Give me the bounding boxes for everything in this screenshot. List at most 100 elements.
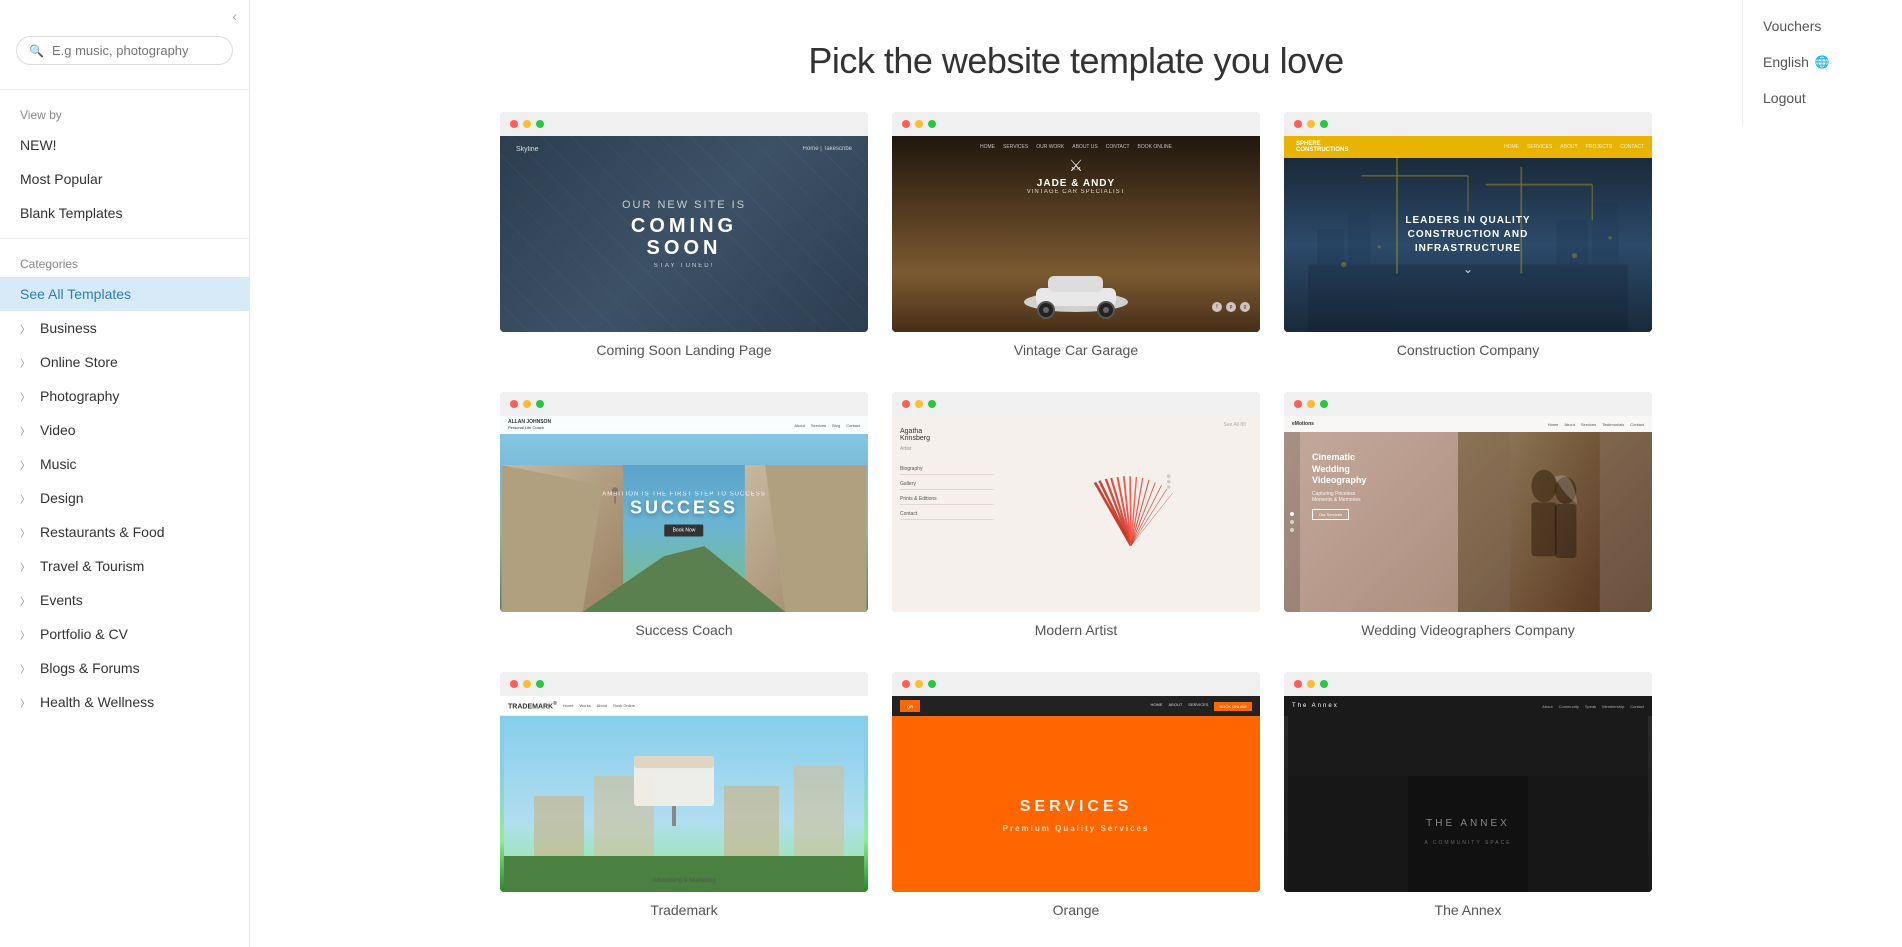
or-header: QR HOMEABOUTSERVICES BOOK ONLINE bbox=[892, 696, 1260, 716]
dot-green-5 bbox=[928, 400, 936, 408]
template-thumb-construction[interactable]: SPHERECONSTRUCTIONS HOMESERVICESABOUTPRO… bbox=[1284, 112, 1652, 332]
sidebar-item-video[interactable]: 〉 Video bbox=[0, 413, 249, 447]
sidebar-item-blogs[interactable]: 〉 Blogs & Forums bbox=[0, 651, 249, 685]
search-box[interactable]: 🔍 bbox=[16, 36, 233, 65]
mountain-svg bbox=[500, 465, 868, 612]
dot-red-5 bbox=[902, 400, 910, 408]
dot-yellow-5 bbox=[915, 400, 923, 408]
sidebar-item-portfolio[interactable]: 〉 Portfolio & CV bbox=[0, 617, 249, 651]
sidebar-item-design[interactable]: 〉 Design bbox=[0, 481, 249, 515]
template-card-construction[interactable]: SPHERECONSTRUCTIONS HOMESERVICESABOUTPRO… bbox=[1284, 112, 1652, 362]
sidebar-item-events[interactable]: 〉 Events bbox=[0, 583, 249, 617]
dot-green-2 bbox=[928, 120, 936, 128]
ma-page-num: See All 80 bbox=[1223, 422, 1246, 428]
wv-nav-contact: Contact bbox=[1630, 422, 1644, 427]
sidebar-item-online-store[interactable]: 〉 Online Store bbox=[0, 345, 249, 379]
scroll-up-arrow[interactable]: ‹ bbox=[232, 8, 237, 24]
wv-btn: Our Services bbox=[1312, 509, 1349, 520]
sidebar-item-most-popular-label: Most Popular bbox=[20, 171, 102, 187]
sidebar-item-see-all[interactable]: See All Templates bbox=[0, 277, 249, 311]
template-label-modern-artist: Modern Artist bbox=[892, 612, 1260, 642]
thumb-inner-success-coach: ALLAN JOHNSONPersonal Life Coach AboutSe… bbox=[500, 416, 868, 612]
template-card-success-coach[interactable]: ALLAN JOHNSONPersonal Life Coach AboutSe… bbox=[500, 392, 868, 642]
chevron-icon-portfolio: 〉 bbox=[20, 627, 30, 642]
globe-icon: 🌐 bbox=[1815, 55, 1830, 69]
search-input[interactable] bbox=[52, 43, 220, 58]
thumb-inner-vintage-car: HOMESERVICESOUR WORKABOUT USCONTACTBOOK … bbox=[892, 136, 1260, 332]
template-thumb-orange[interactable]: QR HOMEABOUTSERVICES BOOK ONLINE SERVICE… bbox=[892, 672, 1260, 892]
sidebar-item-design-label: Design bbox=[40, 490, 84, 506]
template-card-modern-artist[interactable]: AgathaKrinsberg Artist Biography Gallery… bbox=[892, 392, 1260, 642]
menu-item-language[interactable]: English 🌐 bbox=[1743, 44, 1902, 80]
template-thumb-success-coach[interactable]: ALLAN JOHNSONPersonal Life Coach AboutSe… bbox=[500, 392, 868, 612]
window-chrome bbox=[500, 112, 868, 136]
template-card-coming-soon[interactable]: Skyline Home | Takescribe OUR NEW SITE I… bbox=[500, 112, 868, 362]
template-thumb-vintage-car[interactable]: HOMESERVICESOUR WORKABOUT USCONTACTBOOK … bbox=[892, 112, 1260, 332]
sidebar-item-business[interactable]: 〉 Business bbox=[0, 311, 249, 345]
template-thumb-annex[interactable]: The Annex AboutCommunitySpeakMembershipC… bbox=[1284, 672, 1652, 892]
sidebar-item-photography[interactable]: 〉 Photography bbox=[0, 379, 249, 413]
template-thumb-coming-soon[interactable]: Skyline Home | Takescribe OUR NEW SITE I… bbox=[500, 112, 868, 332]
menu-item-logout[interactable]: Logout bbox=[1743, 80, 1902, 116]
tmpl-coming-soon: Skyline Home | Takescribe OUR NEW SITE I… bbox=[500, 136, 868, 332]
template-card-vintage-car[interactable]: HOMESERVICESOUR WORKABOUT USCONTACTBOOK … bbox=[892, 112, 1260, 362]
cs-logo: Skyline bbox=[516, 146, 539, 153]
tmpl-trademark: TRADEMARK® HomeWorksAboutBook Online bbox=[500, 696, 868, 892]
tm-logo: TRADEMARK® bbox=[508, 701, 557, 710]
an-logo: The Annex bbox=[1292, 703, 1339, 709]
car-svg bbox=[1016, 260, 1136, 320]
template-thumb-modern-artist[interactable]: AgathaKrinsberg Artist Biography Gallery… bbox=[892, 392, 1260, 612]
tm-header: TRADEMARK® HomeWorksAboutBook Online bbox=[500, 696, 868, 716]
sidebar-item-most-popular[interactable]: Most Popular bbox=[0, 162, 249, 196]
ma-menu-bio: Biography bbox=[900, 464, 994, 475]
wv-nav-testimonials: Testimonials bbox=[1602, 422, 1624, 427]
chevron-icon-design: 〉 bbox=[20, 491, 30, 506]
sc-header: ALLAN JOHNSONPersonal Life Coach AboutSe… bbox=[500, 416, 868, 434]
dot-yellow-8 bbox=[915, 680, 923, 688]
sidebar-item-blank-templates[interactable]: Blank Templates bbox=[0, 196, 249, 230]
sidebar-item-music[interactable]: 〉 Music bbox=[0, 447, 249, 481]
tmpl-wedding: eMotions Home About Services Testimonial… bbox=[1284, 416, 1652, 612]
wv-logo: eMotions bbox=[1292, 421, 1314, 427]
template-card-trademark[interactable]: TRADEMARK® HomeWorksAboutBook Online bbox=[500, 672, 868, 922]
menu-item-vouchers[interactable]: Vouchers bbox=[1743, 8, 1902, 44]
an-nav: AboutCommunitySpeakMembershipContact bbox=[1542, 704, 1644, 709]
sc-nav: AboutServicesBlogContact bbox=[794, 423, 860, 428]
wv-nav-about: About bbox=[1564, 422, 1574, 427]
tmpl-artist: AgathaKrinsberg Artist Biography Gallery… bbox=[892, 416, 1260, 612]
annex-scene: THE ANNEX A COMMUNITY SPACE bbox=[1284, 716, 1652, 892]
language-label: English bbox=[1763, 54, 1809, 70]
sidebar: ‹ 🔍 View by NEW! Most Popular Blank Temp… bbox=[0, 0, 250, 947]
dot-yellow-6 bbox=[1307, 400, 1315, 408]
wv-nav-home: Home bbox=[1548, 422, 1559, 427]
sidebar-item-new[interactable]: NEW! bbox=[0, 128, 249, 162]
template-card-annex[interactable]: The Annex AboutCommunitySpeakMembershipC… bbox=[1284, 672, 1652, 922]
dot-green bbox=[536, 120, 544, 128]
template-thumb-trademark[interactable]: TRADEMARK® HomeWorksAboutBook Online bbox=[500, 672, 868, 892]
sidebar-item-restaurants-label: Restaurants & Food bbox=[40, 524, 165, 540]
template-card-orange[interactable]: QR HOMEABOUTSERVICES BOOK ONLINE SERVICE… bbox=[892, 672, 1260, 922]
sidebar-item-health[interactable]: 〉 Health & Wellness bbox=[0, 685, 249, 719]
ma-menu-contact: Contact bbox=[900, 509, 994, 520]
vc-overlay: ⚔ JADE & ANDY VINTAGE CAR SPECIALIST bbox=[892, 156, 1260, 195]
sidebar-item-travel[interactable]: 〉 Travel & Tourism bbox=[0, 549, 249, 583]
chevron-icon-photography: 〉 bbox=[20, 389, 30, 404]
sc-name: ALLAN JOHNSONPersonal Life Coach bbox=[508, 419, 551, 431]
scroll-up-area: ‹ bbox=[0, 0, 249, 28]
template-label-annex: The Annex bbox=[1284, 892, 1652, 922]
chevron-icon-online-store: 〉 bbox=[20, 355, 30, 370]
template-label-construction: Construction Company bbox=[1284, 332, 1652, 362]
wv-sub: Capturing PricelessMoments & Memories bbox=[1312, 491, 1366, 503]
template-card-wedding-video[interactable]: eMotions Home About Services Testimonial… bbox=[1284, 392, 1652, 642]
template-label-coming-soon: Coming Soon Landing Page bbox=[500, 332, 868, 362]
template-thumb-wedding-video[interactable]: eMotions Home About Services Testimonial… bbox=[1284, 392, 1652, 612]
categories-label: Categories bbox=[0, 247, 249, 277]
cs-nav: Home | Takescribe bbox=[803, 146, 852, 152]
sidebar-item-new-label: NEW! bbox=[20, 137, 57, 153]
vc-sub: VINTAGE CAR SPECIALIST bbox=[892, 189, 1260, 195]
vc-name: JADE & ANDY bbox=[892, 178, 1260, 189]
svg-text:A COMMUNITY SPACE: A COMMUNITY SPACE bbox=[1424, 840, 1511, 846]
ma-title: Artist bbox=[900, 446, 994, 452]
strip-dot-1 bbox=[1290, 512, 1294, 516]
sidebar-item-restaurants[interactable]: 〉 Restaurants & Food bbox=[0, 515, 249, 549]
